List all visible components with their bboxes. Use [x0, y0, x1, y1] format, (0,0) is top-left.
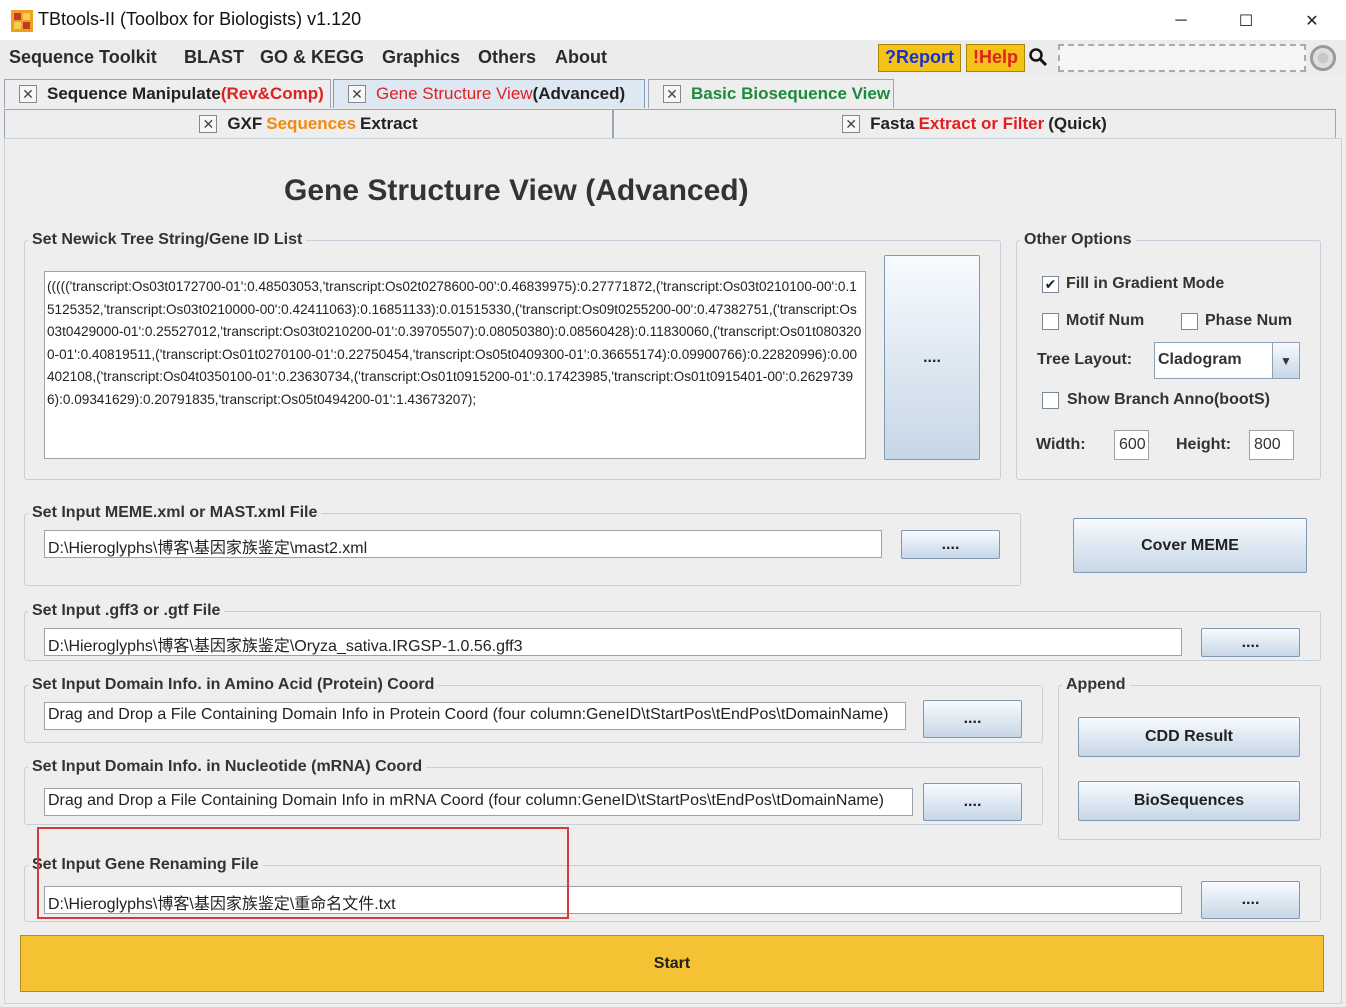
other-options-title: Other Options	[1020, 231, 1136, 249]
fill-gradient-checkbox[interactable]: ✔	[1042, 276, 1059, 293]
tab-label: Extract	[360, 114, 418, 133]
tab-basic-biosequence-view[interactable]: ✕ Basic Biosequence View	[648, 79, 894, 108]
menu-graphics[interactable]: Graphics	[382, 47, 460, 68]
width-label: Width:	[1036, 436, 1086, 453]
gff-file-input[interactable]: D:\Hieroglyphs\博客\基因家族鉴定\Oryza_sativa.IR…	[44, 628, 1182, 656]
protein-domain-title: Set Input Domain Info. in Amino Acid (Pr…	[28, 676, 439, 694]
mrna-domain-title: Set Input Domain Info. in Nucleotide (mR…	[28, 758, 427, 776]
window-title: TBtools-II (Toolbox for Biologists) v1.1…	[38, 9, 362, 29]
gff-group-title: Set Input .gff3 or .gtf File	[28, 602, 225, 620]
menu-sequence-toolkit[interactable]: Sequence Toolkit	[9, 47, 157, 68]
show-branch-label: Show Branch Anno(bootS)	[1067, 391, 1270, 408]
mrna-domain-input[interactable]: Drag and Drop a File Containing Domain I…	[44, 788, 913, 816]
fill-gradient-label: Fill in Gradient Mode	[1066, 275, 1225, 292]
tab-close-icon[interactable]: ✕	[842, 115, 861, 133]
tab-fasta-extract-filter[interactable]: ✕ Fasta Extract or Filter (Quick)	[613, 109, 1336, 138]
cdd-result-button[interactable]: CDD Result	[1078, 717, 1300, 757]
menu-others[interactable]: Others	[478, 47, 536, 68]
cover-meme-button[interactable]: Cover MEME	[1073, 518, 1307, 573]
newick-textarea[interactable]: ((((('transcript:Os03t0172700-01':0.4850…	[44, 271, 866, 459]
tab-label: (Quick)	[1048, 114, 1107, 133]
tab-label-accent: Extract or Filter	[918, 114, 1045, 133]
search-icon[interactable]	[1028, 47, 1048, 72]
protein-domain-browse-button[interactable]: ....	[923, 700, 1022, 738]
append-group-title: Append	[1062, 676, 1130, 694]
menu-about[interactable]: About	[555, 47, 607, 68]
newick-browse-button[interactable]: ....	[884, 255, 980, 460]
protein-domain-input[interactable]: Drag and Drop a File Containing Domain I…	[44, 702, 906, 730]
tab-label: GXF	[227, 114, 263, 133]
tab-label: (Advanced)	[532, 84, 626, 103]
tab-close-icon[interactable]: ✕	[348, 85, 366, 103]
phase-num-checkbox[interactable]	[1181, 313, 1198, 330]
gff-browse-button[interactable]: ....	[1201, 628, 1300, 657]
newick-group-title: Set Newick Tree String/Gene ID List	[28, 231, 307, 249]
motif-num-label: Motif Num	[1066, 312, 1145, 329]
tab-gene-structure-view[interactable]: ✕ Gene Structure View (Advanced)	[333, 79, 645, 108]
tab-label: Sequence Manipulate	[47, 84, 221, 103]
chevron-down-icon[interactable]: ▼	[1272, 343, 1299, 378]
settings-gear-icon[interactable]	[1310, 45, 1336, 71]
search-input[interactable]	[1058, 44, 1306, 72]
phase-num-label: Phase Num	[1205, 312, 1293, 329]
minimize-button[interactable]: ─	[1158, 6, 1204, 36]
tab-close-icon[interactable]: ✕	[663, 85, 681, 103]
report-button[interactable]: ?Report	[878, 44, 961, 72]
menu-blast[interactable]: BLAST	[184, 47, 244, 68]
help-button[interactable]: !Help	[966, 44, 1025, 72]
tree-layout-value: Cladogram	[1158, 351, 1242, 368]
tab-label: Basic Biosequence View	[691, 84, 891, 103]
tab-sequence-manipulate[interactable]: ✕ Sequence Manipulate (Rev&Comp)	[4, 79, 331, 108]
menu-go-kegg[interactable]: GO & KEGG	[260, 47, 364, 68]
tab-gxf-sequences-extract[interactable]: ✕ GXF Sequences Extract	[4, 109, 613, 138]
motif-num-checkbox[interactable]	[1042, 313, 1059, 330]
page-title: Gene Structure View (Advanced)	[284, 174, 749, 207]
meme-file-input[interactable]: D:\Hieroglyphs\博客\基因家族鉴定\mast2.xml	[44, 530, 882, 558]
app-logo-icon	[11, 10, 33, 32]
tree-layout-label: Tree Layout:	[1037, 351, 1133, 368]
tab-label-accent: Sequences	[266, 114, 357, 133]
tab-label-accent: Gene Structure View	[376, 84, 533, 103]
mrna-domain-browse-button[interactable]: ....	[923, 783, 1022, 821]
highlight-annotation-box	[37, 827, 569, 919]
height-label: Height:	[1176, 436, 1232, 453]
start-button[interactable]: Start	[20, 935, 1324, 992]
meme-group-title: Set Input MEME.xml or MAST.xml File	[28, 504, 322, 522]
meme-browse-button[interactable]: ....	[901, 530, 1000, 559]
tab-close-icon[interactable]: ✕	[199, 115, 218, 133]
biosequences-button[interactable]: BioSequences	[1078, 781, 1300, 821]
close-window-button[interactable]: ✕	[1289, 6, 1335, 36]
maximize-button[interactable]: ☐	[1223, 6, 1269, 36]
height-input[interactable]: 800	[1249, 430, 1294, 460]
tab-close-icon[interactable]: ✕	[19, 85, 37, 103]
rename-browse-button[interactable]: ....	[1201, 881, 1300, 919]
show-branch-checkbox[interactable]	[1042, 392, 1059, 409]
tab-label-accent: (Rev&Comp)	[220, 84, 324, 103]
tab-label: Fasta	[870, 114, 915, 133]
width-input[interactable]: 600	[1114, 430, 1149, 460]
